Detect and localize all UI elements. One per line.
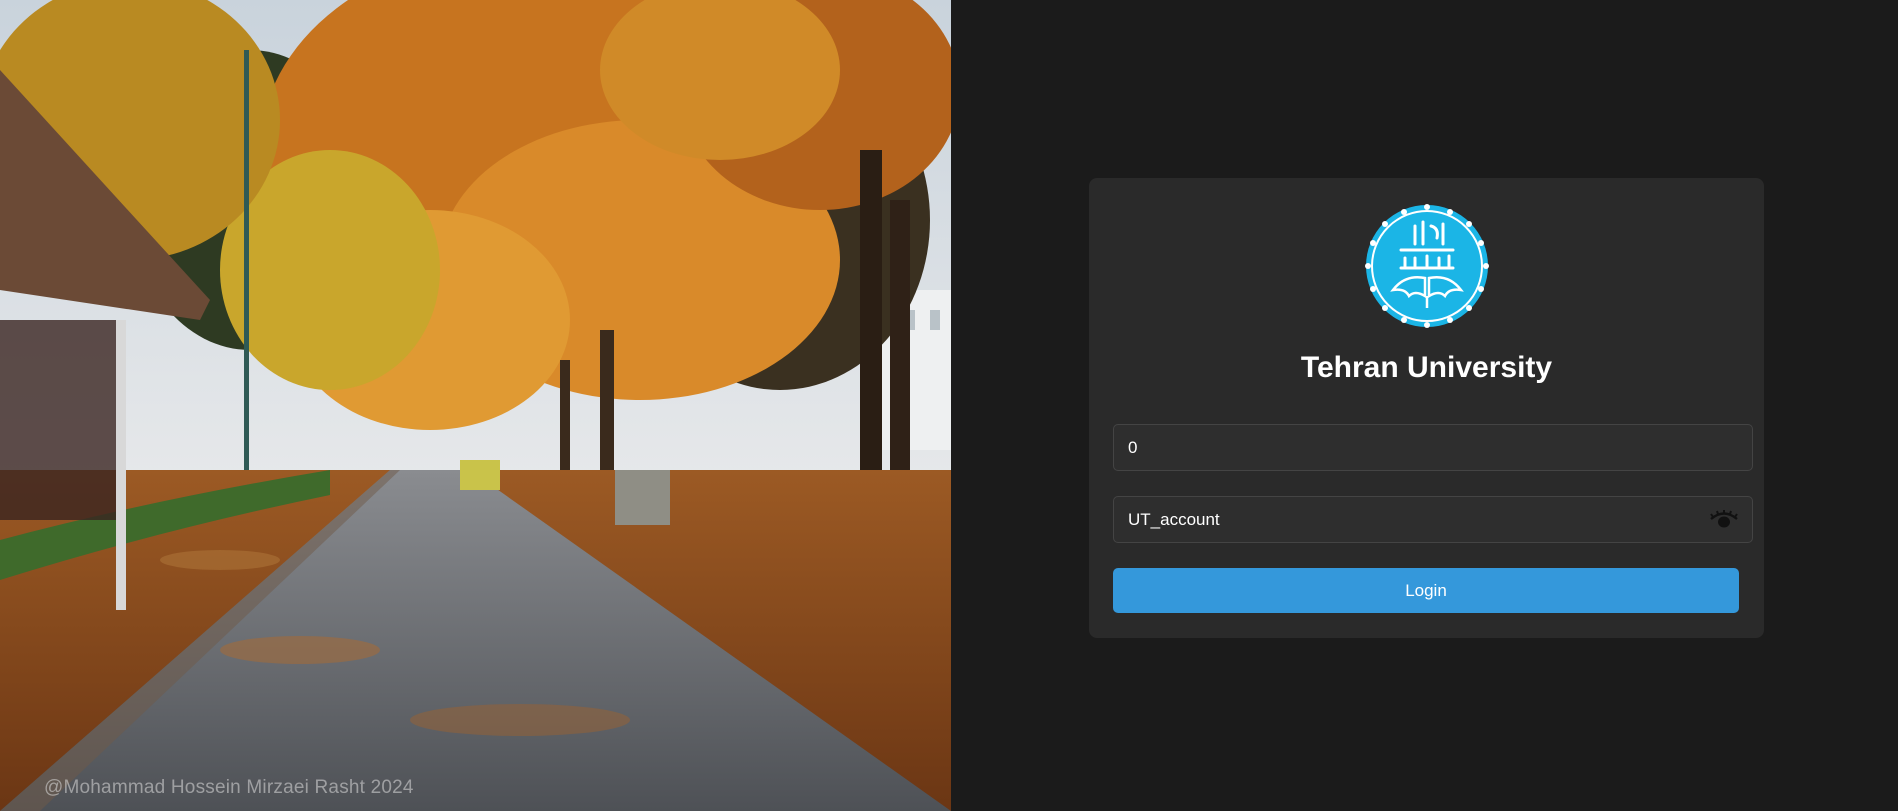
photo-credit: @Mohammad Hossein Mirzaei Rasht 2024 xyxy=(44,777,414,798)
password-value: UT_account xyxy=(1128,509,1220,529)
eye-icon[interactable] xyxy=(1710,509,1738,531)
page-title: Tehran University xyxy=(1300,351,1553,384)
university-seal-icon xyxy=(1365,204,1489,328)
password-input[interactable]: UT_account xyxy=(1113,496,1753,543)
login-page: @Mohammad Hossein Mirzaei Rasht 2024 Teh… xyxy=(0,0,1898,811)
login-panel: Tehran University 0 UT_account Login xyxy=(951,0,1898,811)
username-input[interactable]: 0 xyxy=(1113,424,1753,471)
login-card: Tehran University 0 UT_account Login xyxy=(1089,178,1764,638)
autumn-road-illustration xyxy=(0,0,951,811)
username-value: 0 xyxy=(1128,437,1138,457)
campus-photo: @Mohammad Hossein Mirzaei Rasht 2024 xyxy=(0,0,951,811)
login-button[interactable]: Login xyxy=(1113,568,1739,613)
